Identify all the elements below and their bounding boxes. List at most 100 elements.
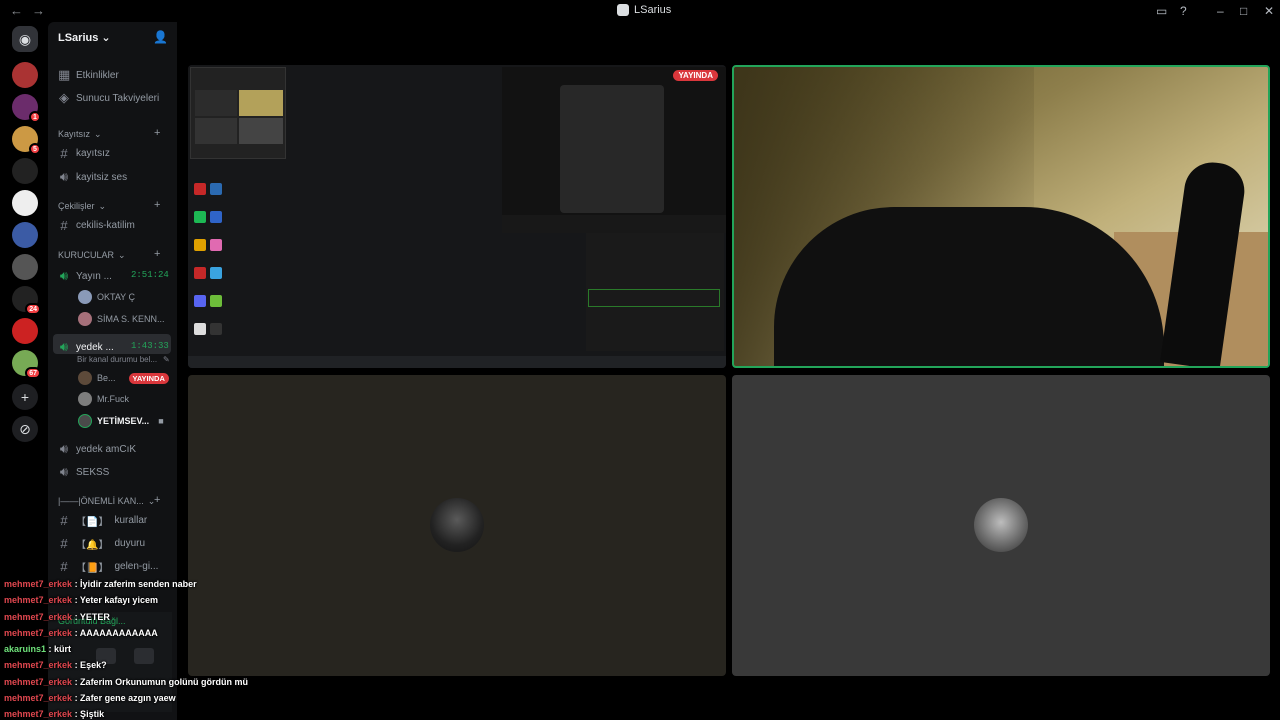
voice-member[interactable]: SİMA S. KENN... xyxy=(78,312,165,326)
server-icon[interactable]: 5 xyxy=(12,126,41,155)
add-channel-icon[interactable]: + xyxy=(154,248,160,260)
server-icon[interactable] xyxy=(12,222,38,248)
channel-label: cekilis-katilim xyxy=(76,220,135,231)
voice-channel-yedek-amcik[interactable]: 🔊︎ yedek amCıK xyxy=(58,441,136,457)
chat-user: mehmet7_erkek xyxy=(4,693,73,704)
server-icon-lsarius[interactable] xyxy=(12,190,38,216)
voice-channel-yayin[interactable]: 🔊︎ Yayın ... xyxy=(58,268,112,284)
chat-message: : Eşek? xyxy=(74,660,107,671)
inbox-icon[interactable]: ▭ xyxy=(1156,4,1167,18)
channel-label: gelen-gi... xyxy=(114,561,159,572)
channel-cekilis-katilim[interactable]: # cekilis-katilim xyxy=(58,218,135,233)
taskbar xyxy=(188,356,726,368)
channel-label: kayıtsız xyxy=(76,148,110,159)
chat-line: mehmet7_erkek : Yeter kafayı yicem xyxy=(4,592,264,608)
chat-line: mehmet7_erkek : İyidir zaferim senden na… xyxy=(4,576,264,592)
chat-user: mehmet7_erkek xyxy=(4,595,73,606)
server-icon[interactable]: 1 xyxy=(12,94,41,123)
calendar-icon: ▦ xyxy=(58,67,71,82)
video-tile-user[interactable] xyxy=(732,375,1270,676)
desktop-icon xyxy=(194,211,206,223)
chat-user: mehmet7_erkek xyxy=(4,627,73,638)
avatar xyxy=(974,498,1028,552)
boosts-label: Sunucu Takviyeleri xyxy=(76,92,160,104)
back-icon[interactable]: ← xyxy=(10,3,23,18)
avatar xyxy=(78,312,92,326)
avatar xyxy=(78,392,92,406)
events-item[interactable]: ▦ Etkinlikler xyxy=(58,67,119,83)
desktop-icon xyxy=(210,323,222,335)
speaker-icon: 🔊︎ xyxy=(59,169,69,184)
invite-icon[interactable]: 👤 xyxy=(153,30,168,44)
server-icon[interactable] xyxy=(12,254,38,280)
channel-kayitsiz[interactable]: # kayıtsız xyxy=(58,146,110,161)
edit-icon: ✎ xyxy=(163,355,170,364)
chat-line: mehmet7_erkek : Şiştik xyxy=(4,706,264,720)
add-channel-icon[interactable]: + xyxy=(154,494,160,506)
desktop-icon xyxy=(194,323,206,335)
explore-icon[interactable]: ⊘ xyxy=(12,416,38,442)
voice-member[interactable]: Mr.Fuck xyxy=(78,392,129,406)
channel-duyuru[interactable]: # 【🔔】 duyuru xyxy=(58,536,145,551)
voice-timer: 1:43:33 xyxy=(131,341,169,351)
channel-label: kurallar xyxy=(114,515,148,526)
chat-message: : Zaferim Orkunumun golünü gördün mü xyxy=(74,676,249,687)
desktop-icon xyxy=(194,295,206,307)
member-name: Be... xyxy=(97,373,116,383)
server-icon[interactable]: 24 xyxy=(12,286,41,315)
chat-message: : kürt xyxy=(48,644,72,655)
hash-icon: # xyxy=(60,513,68,528)
category-cekilisler[interactable]: Çekilişler ⌄ xyxy=(58,201,106,212)
category-label: |——|ÖNEMLİ KAN... xyxy=(58,496,144,506)
speaker-icon: 🔊︎ xyxy=(59,441,69,456)
voice-channel-sekss[interactable]: 🔊︎ SEKSS xyxy=(58,464,109,480)
voice-channel-yedek[interactable]: 🔊︎ yedek ... xyxy=(58,339,114,355)
add-server-icon[interactable]: + xyxy=(12,384,38,410)
category-label: KURUCULAR xyxy=(58,250,115,260)
voice-timer: 2:51:24 xyxy=(131,270,169,280)
boost-icon: ◈ xyxy=(59,90,69,105)
channel-gelen-giden[interactable]: # 【📙】 gelen-gi... xyxy=(58,559,158,574)
mention-badge: 67 xyxy=(25,367,41,379)
minimize-button[interactable]: – xyxy=(1217,4,1224,18)
video-tile-user[interactable] xyxy=(188,375,726,676)
add-channel-icon[interactable]: + xyxy=(154,199,160,211)
channel-emoji: 【📄】 xyxy=(76,517,109,528)
forward-icon[interactable]: → xyxy=(32,3,45,18)
desktop-icon xyxy=(194,239,206,251)
category-kurucular[interactable]: KURUCULAR ⌄ xyxy=(58,250,126,261)
channel-kayitsiz-ses[interactable]: 🔊︎ kayitsiz ses xyxy=(58,169,127,185)
channel-label: kayitsiz ses xyxy=(76,171,128,183)
channel-kurallar[interactable]: # 【📄】 kurallar xyxy=(58,513,147,528)
chat-user: akaruins1 xyxy=(4,644,47,655)
category-kayitsiz[interactable]: Kayıtsız ⌄ xyxy=(58,129,102,140)
add-channel-icon[interactable]: + xyxy=(154,127,160,139)
server-name-header[interactable]: LSarius ⌄ xyxy=(58,31,111,44)
desktop-icon xyxy=(194,267,206,279)
screen-share-tile[interactable]: YAYINDA xyxy=(188,65,726,368)
boosts-item[interactable]: ◈ Sunucu Takviyeleri xyxy=(58,90,159,106)
server-icon[interactable] xyxy=(12,158,38,184)
discord-home-icon[interactable]: ◉ xyxy=(12,26,38,52)
help-icon[interactable]: ? xyxy=(1180,4,1187,18)
close-button[interactable]: ✕ xyxy=(1264,4,1274,18)
chat-line: mehmet7_erkek : Zafer gene azgın yaew xyxy=(4,690,264,706)
server-icon[interactable]: 67 xyxy=(12,350,41,379)
voice-member[interactable]: Be... YAYINDA xyxy=(78,371,169,385)
voice-member[interactable]: YETİMSEV... ■ xyxy=(78,414,164,428)
channel-status[interactable]: Bir kanal durumu bel... ✎ xyxy=(77,355,170,364)
desktop-icon xyxy=(194,183,206,195)
server-icon[interactable] xyxy=(12,62,38,88)
member-name: YETİMSEV... xyxy=(97,416,150,426)
chat-message: : Şiştik xyxy=(74,709,105,720)
category-onemli-kanallar[interactable]: |——|ÖNEMLİ KAN... ⌄ xyxy=(58,496,155,507)
voice-member[interactable]: OKTAY Ç xyxy=(78,290,135,304)
video-tile-camera[interactable] xyxy=(732,65,1270,368)
maximize-button[interactable]: □ xyxy=(1240,4,1247,18)
server-icon[interactable] xyxy=(12,318,38,344)
live-badge: YAYINDA xyxy=(128,372,169,384)
chat-line: akaruins1 : kürt xyxy=(4,641,264,657)
chat-user: mehmet7_erkek xyxy=(4,660,73,671)
chat-user: mehmet7_erkek xyxy=(4,676,73,687)
channel-label: Yayın ... xyxy=(76,270,112,282)
